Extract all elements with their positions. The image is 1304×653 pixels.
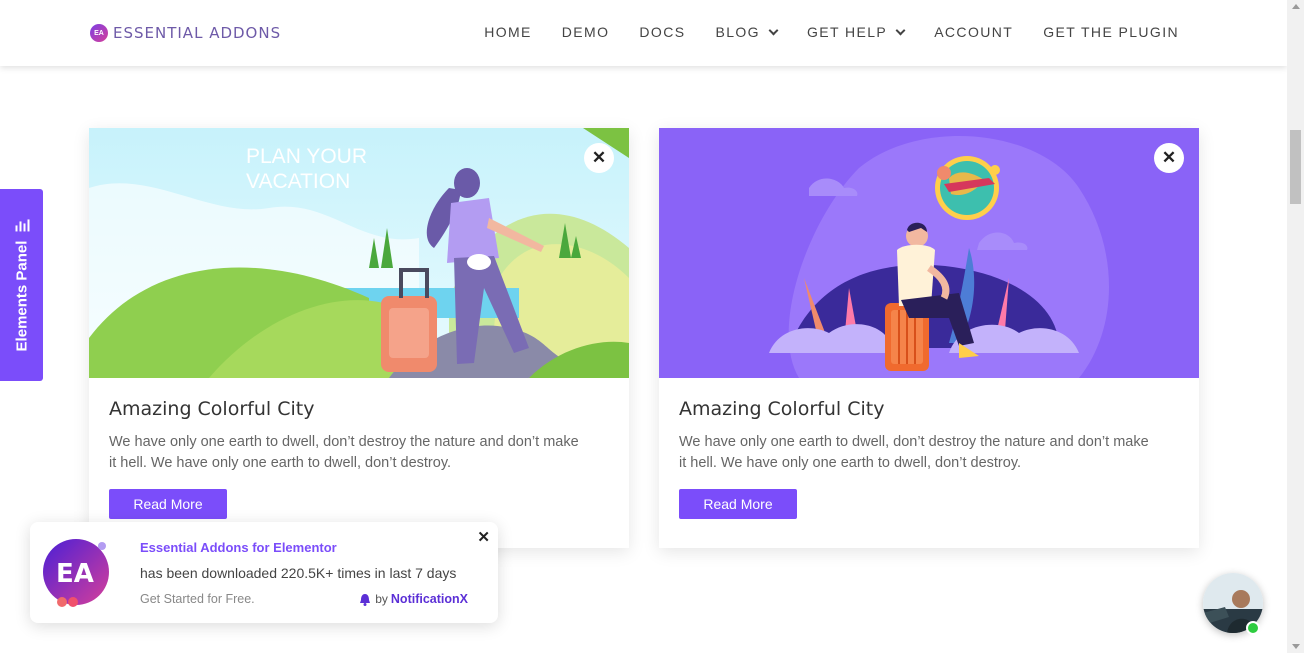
scrollbar-thumb[interactable] <box>1290 130 1301 204</box>
post-card-2: ✕ Amazing Colorful City We have only one… <box>659 128 1199 548</box>
chevron-down-icon <box>768 25 779 35</box>
notificationx-credit[interactable]: by NotificationX <box>359 592 468 606</box>
online-status-badge <box>1246 621 1260 635</box>
nav-get-the-plugin[interactable]: GET THE PLUGIN <box>1043 24 1179 40</box>
read-more-button[interactable]: Read More <box>109 489 227 519</box>
nav-get-help-label: GET HELP <box>806 24 888 40</box>
traveler-illustration <box>659 128 1199 378</box>
by-prefix: by <box>375 592 388 606</box>
card-title: Amazing Colorful City <box>109 398 315 420</box>
card-close-button[interactable]: ✕ <box>1154 143 1184 173</box>
nav-get-help[interactable]: GET HELP <box>806 24 906 40</box>
notification-text: has been downloaded 220.5K+ times in las… <box>140 565 457 581</box>
card-text: We have only one earth to dwell, don’t d… <box>679 434 1149 471</box>
scroll-down-arrow-icon[interactable] <box>1292 644 1300 649</box>
logo-icon: EA <box>90 24 108 42</box>
card-image-traveler: ✕ <box>659 128 1199 378</box>
download-notification[interactable]: EA Essential Addons for Elementor has be… <box>30 522 498 623</box>
nav-account-label: ACCOUNT <box>934 24 1014 40</box>
image-text-plan: PLAN YOUR <box>246 145 367 168</box>
site-header: EA ESSENTIAL ADDONS HOME DEMO DOCS BLOG … <box>0 0 1287 66</box>
site-logo[interactable]: EA ESSENTIAL ADDONS <box>90 24 281 42</box>
vacation-illustration: PLAN YOUR VACATION <box>89 128 629 378</box>
bar-chart-icon <box>14 219 29 232</box>
notificationx-brand: NotificationX <box>390 592 468 606</box>
card-image-vacation: PLAN YOUR VACATION ✕ <box>89 128 629 378</box>
nav-docs-label: DOCS <box>639 24 686 40</box>
read-more-button[interactable]: Read More <box>679 489 797 519</box>
nav-home-label: HOME <box>484 24 532 40</box>
bell-icon <box>360 593 371 606</box>
card-text: We have only one earth to dwell, don’t d… <box>109 434 579 471</box>
elements-panel-tab[interactable]: Elements Panel <box>0 189 43 381</box>
nav-demo-label: DEMO <box>561 24 610 40</box>
image-text-vacation: VACATION <box>246 170 350 193</box>
chevron-down-icon <box>895 25 906 35</box>
main-nav: HOME DEMO DOCS BLOG GET HELP ACCOUNT GET… <box>454 24 1179 40</box>
post-card-1: PLAN YOUR VACATION ✕ Amazing Colorful Ci… <box>89 128 629 548</box>
elements-panel-label-wrap: Elements Panel <box>13 219 30 352</box>
card-close-button[interactable]: ✕ <box>584 143 614 173</box>
elements-panel-label: Elements Panel <box>13 240 30 352</box>
nav-blog-label: BLOG <box>715 24 760 40</box>
ea-logo-icon: EA <box>42 536 114 608</box>
scroll-up-arrow-icon[interactable] <box>1292 4 1300 9</box>
page-scrollbar[interactable] <box>1287 0 1304 653</box>
nav-demo[interactable]: DEMO <box>562 24 610 40</box>
close-icon[interactable]: ✕ <box>477 528 490 546</box>
notification-title[interactable]: Essential Addons for Elementor <box>140 540 337 555</box>
nav-docs[interactable]: DOCS <box>639 24 685 40</box>
notification-cta[interactable]: Get Started for Free. <box>140 592 255 606</box>
nav-blog[interactable]: BLOG <box>715 24 779 40</box>
nav-account[interactable]: ACCOUNT <box>934 24 1013 40</box>
svg-text:EA: EA <box>56 559 94 589</box>
nav-home[interactable]: HOME <box>484 24 532 40</box>
logo-text: ESSENTIAL ADDONS <box>113 24 282 42</box>
card-title: Amazing Colorful City <box>679 398 885 420</box>
nav-get-the-plugin-label: GET THE PLUGIN <box>1043 24 1179 40</box>
